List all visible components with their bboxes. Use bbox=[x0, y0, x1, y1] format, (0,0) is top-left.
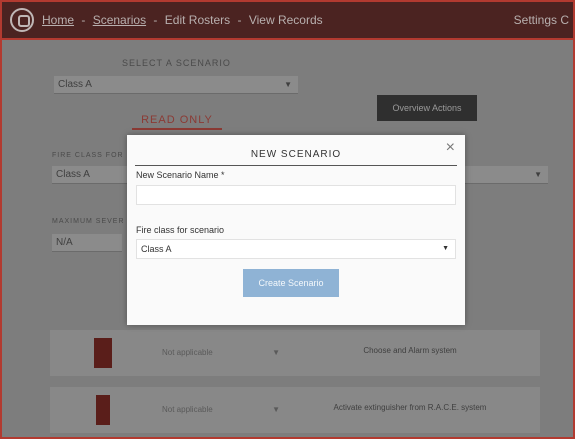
new-scenario-modal: NEW SCENARIO × New Scenario Name * Fire … bbox=[127, 135, 465, 325]
breadcrumb-nav: Home - Scenarios - Edit Rosters - View R… bbox=[42, 13, 327, 27]
list-item: Not applicable ▼ Choose and Alarm system bbox=[50, 330, 540, 376]
fire-class-label: FIRE CLASS FOR bbox=[52, 152, 124, 159]
fire-class-select-value: Class A bbox=[56, 169, 90, 180]
row-dropdown-value: Not applicable bbox=[162, 348, 213, 357]
maximum-severity-select[interactable]: N/A bbox=[52, 234, 122, 252]
scenario-select-value: Class A bbox=[58, 79, 92, 90]
app-window: Home - Scenarios - Edit Rosters - View R… bbox=[0, 0, 575, 439]
row-description: Choose and Alarm system bbox=[363, 346, 457, 355]
top-navbar: Home - Scenarios - Edit Rosters - View R… bbox=[2, 2, 573, 40]
fire-class-label: Fire class for scenario bbox=[136, 225, 225, 235]
fire-class-select[interactable]: Class A ▼ bbox=[136, 239, 456, 259]
modal-title: NEW SCENARIO bbox=[250, 149, 342, 160]
list-item: Not applicable ▼ Activate extinguisher f… bbox=[50, 387, 540, 433]
fire-class-select-value: Class A bbox=[141, 244, 172, 254]
select-scenario-label: SELECT A SCENARIO bbox=[122, 58, 231, 68]
overview-actions-button[interactable]: Overview Actions bbox=[377, 95, 477, 121]
nav-edit-rosters-link[interactable]: Edit Rosters bbox=[165, 13, 230, 27]
maximum-severity-label: MAXIMUM SEVER bbox=[52, 218, 125, 225]
scenario-name-input[interactable] bbox=[136, 185, 456, 205]
nav-home-link[interactable]: Home bbox=[42, 13, 74, 27]
row-dropdown[interactable]: Not applicable ▼ bbox=[162, 403, 280, 417]
scenario-select[interactable]: Class A ▼ bbox=[54, 76, 298, 94]
row-dropdown[interactable]: Not applicable ▼ bbox=[162, 346, 280, 360]
row-dropdown-value: Not applicable bbox=[162, 405, 213, 414]
nav-scenarios-link[interactable]: Scenarios bbox=[93, 13, 146, 27]
app-logo-icon[interactable] bbox=[10, 8, 34, 32]
chevron-down-icon: ▼ bbox=[272, 348, 280, 357]
nav-separator: - bbox=[237, 13, 245, 27]
modal-divider bbox=[135, 165, 457, 166]
chevron-down-icon: ▼ bbox=[534, 170, 542, 179]
chevron-down-icon: ▼ bbox=[272, 405, 280, 414]
nav-separator: - bbox=[81, 13, 89, 27]
nav-view-records-link[interactable]: View Records bbox=[249, 13, 323, 27]
maximum-severity-value: N/A bbox=[56, 237, 73, 248]
chevron-down-icon: ▼ bbox=[284, 80, 292, 89]
row-description: Activate extinguisher from R.A.C.E. syst… bbox=[333, 403, 487, 412]
create-scenario-button[interactable]: Create Scenario bbox=[243, 269, 339, 297]
fire-alarm-icon bbox=[94, 338, 112, 368]
scenario-name-label: New Scenario Name * bbox=[136, 170, 225, 180]
close-icon[interactable]: × bbox=[446, 139, 455, 157]
settings-link[interactable]: Settings C bbox=[514, 13, 569, 27]
chevron-down-icon: ▼ bbox=[442, 245, 449, 252]
nav-separator: - bbox=[153, 13, 161, 27]
extinguisher-icon bbox=[96, 395, 110, 425]
read-only-tab[interactable]: READ ONLY bbox=[132, 112, 222, 130]
